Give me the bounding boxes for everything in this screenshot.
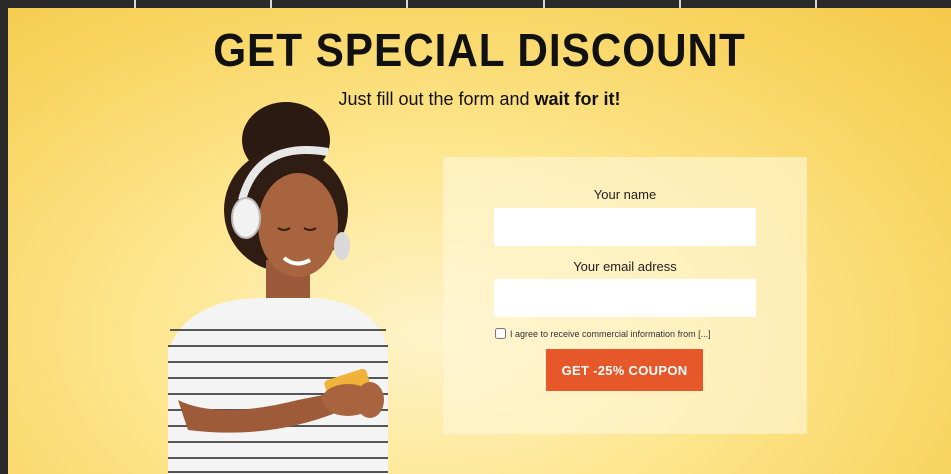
name-field[interactable]	[494, 208, 756, 246]
woman-with-headphones-image	[168, 102, 388, 474]
top-frame-strip	[0, 0, 951, 8]
agree-label: I agree to receive commercial informatio…	[510, 328, 711, 339]
frame-segment	[408, 0, 545, 8]
agree-checkbox-row[interactable]: I agree to receive commercial informatio…	[495, 328, 711, 339]
discount-hero-section: GET SPECIAL DISCOUNT Just fill out the f…	[8, 8, 951, 474]
left-frame-strip	[0, 8, 8, 474]
coupon-form: Your name Your email adress I agree to r…	[443, 157, 807, 434]
frame-segment	[0, 0, 137, 8]
frame-segment	[545, 0, 681, 8]
frame-segment	[272, 0, 409, 8]
frame-segment	[681, 0, 817, 8]
email-field[interactable]	[494, 279, 756, 317]
email-label: Your email adress	[573, 259, 677, 274]
frame-segment	[817, 0, 951, 8]
name-label: Your name	[593, 187, 657, 202]
subtitle-emphasis: wait for it!	[534, 89, 621, 109]
frame-segment	[136, 0, 273, 8]
page-title: GET SPECIAL DISCOUNT	[213, 24, 746, 76]
agree-checkbox[interactable]	[495, 328, 506, 339]
get-coupon-button[interactable]: GET -25% COUPON	[546, 349, 703, 391]
